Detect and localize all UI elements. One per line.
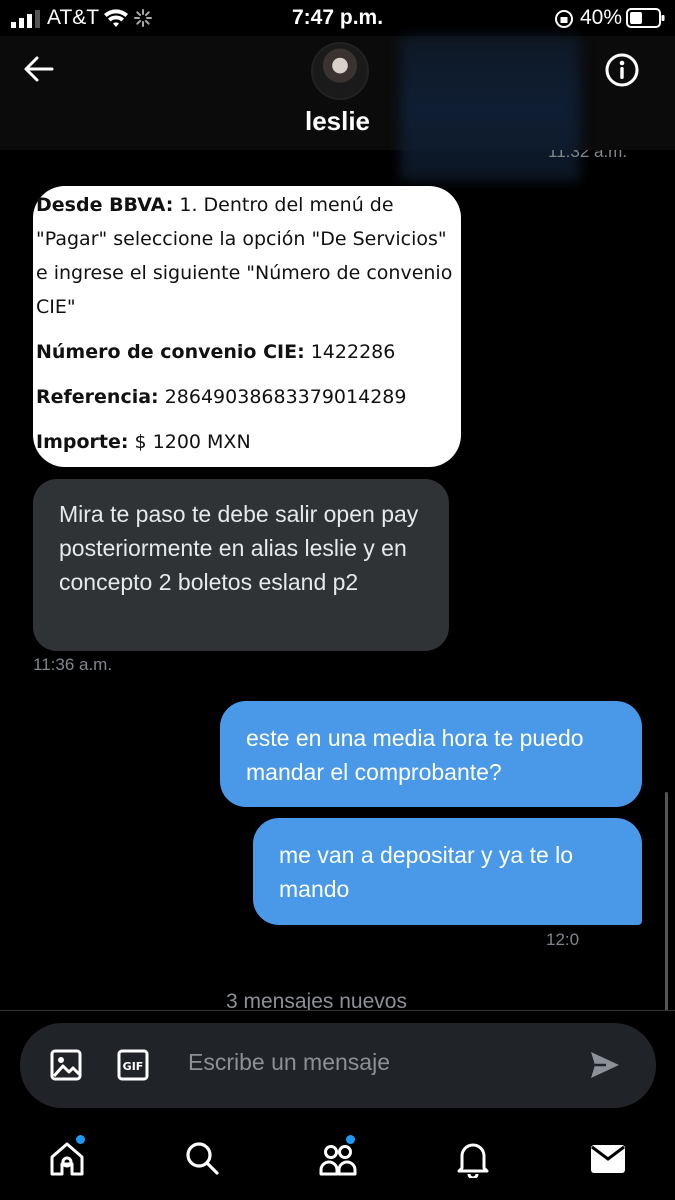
message-timestamp: 11:36 a.m. (33, 655, 113, 674)
conversation-header: leslie (0, 36, 675, 181)
outgoing-message[interactable]: me van a depositar y ya te lo mando (253, 818, 642, 925)
incoming-message[interactable]: Mira te paso te debe salir open pay post… (33, 479, 449, 651)
battery-percent: 40% (580, 6, 623, 29)
gif-icon[interactable]: GIF (117, 1049, 149, 1081)
message-input[interactable]: Escribe un mensaje (188, 1049, 390, 1076)
communities-notification-dot (346, 1135, 355, 1144)
message-timestamp: 12:0 (546, 930, 580, 949)
message-text: me van a depositar y ya te lo mando (279, 842, 574, 902)
card-convenio: Número de convenio CIE: 1422286 (36, 341, 396, 363)
tab-bar (0, 1112, 675, 1200)
svg-text:GIF: GIF (123, 1060, 144, 1073)
message-timestamp: 11:32 a.m. (548, 150, 628, 161)
image-icon[interactable] (50, 1049, 82, 1081)
bell-icon[interactable] (455, 1140, 491, 1178)
status-bar: AT&T 7:47 p.m. 40% (0, 0, 675, 36)
message-list[interactable]: 11:32 a.m. Desde BBVA: 1. Dentro del men… (0, 150, 675, 1010)
battery-icon (626, 8, 665, 28)
info-icon[interactable] (604, 52, 640, 88)
card-importe: Importe: $ 1200 MXN (36, 431, 251, 453)
home-notification-dot (76, 1135, 85, 1144)
clock: 7:47 p.m. (292, 6, 384, 29)
send-icon[interactable] (588, 1049, 622, 1081)
message-text: este en una media hora te puedo mandar e… (246, 725, 584, 785)
orientation-lock-icon (555, 10, 573, 28)
divider (0, 1010, 675, 1011)
new-messages-indicator[interactable]: 3 mensajes nuevos (226, 990, 407, 1010)
scrollbar[interactable] (665, 792, 668, 1010)
carrier: AT&T (47, 6, 100, 29)
outgoing-message[interactable]: este en una media hora te puedo mandar e… (220, 701, 642, 807)
avatar[interactable] (311, 42, 369, 100)
message-text: Mira te paso te debe salir open pay post… (59, 501, 419, 595)
card-referencia: Referencia: 28649038683379014289 (36, 386, 407, 408)
back-arrow-icon[interactable] (22, 52, 56, 86)
communities-icon[interactable] (318, 1140, 358, 1178)
card-instructions: Desde BBVA: 1. Dentro del menú de "Pagar… (36, 194, 453, 318)
signal-icon (11, 10, 40, 28)
mail-icon[interactable] (590, 1144, 626, 1174)
conversation-name[interactable]: leslie (0, 106, 675, 137)
loading-icon (134, 9, 152, 27)
search-icon[interactable] (184, 1140, 220, 1176)
payment-instructions-card[interactable]: Desde BBVA: 1. Dentro del menú de "Pagar… (33, 186, 461, 467)
home-icon[interactable] (48, 1140, 86, 1178)
wifi-icon (104, 9, 128, 27)
